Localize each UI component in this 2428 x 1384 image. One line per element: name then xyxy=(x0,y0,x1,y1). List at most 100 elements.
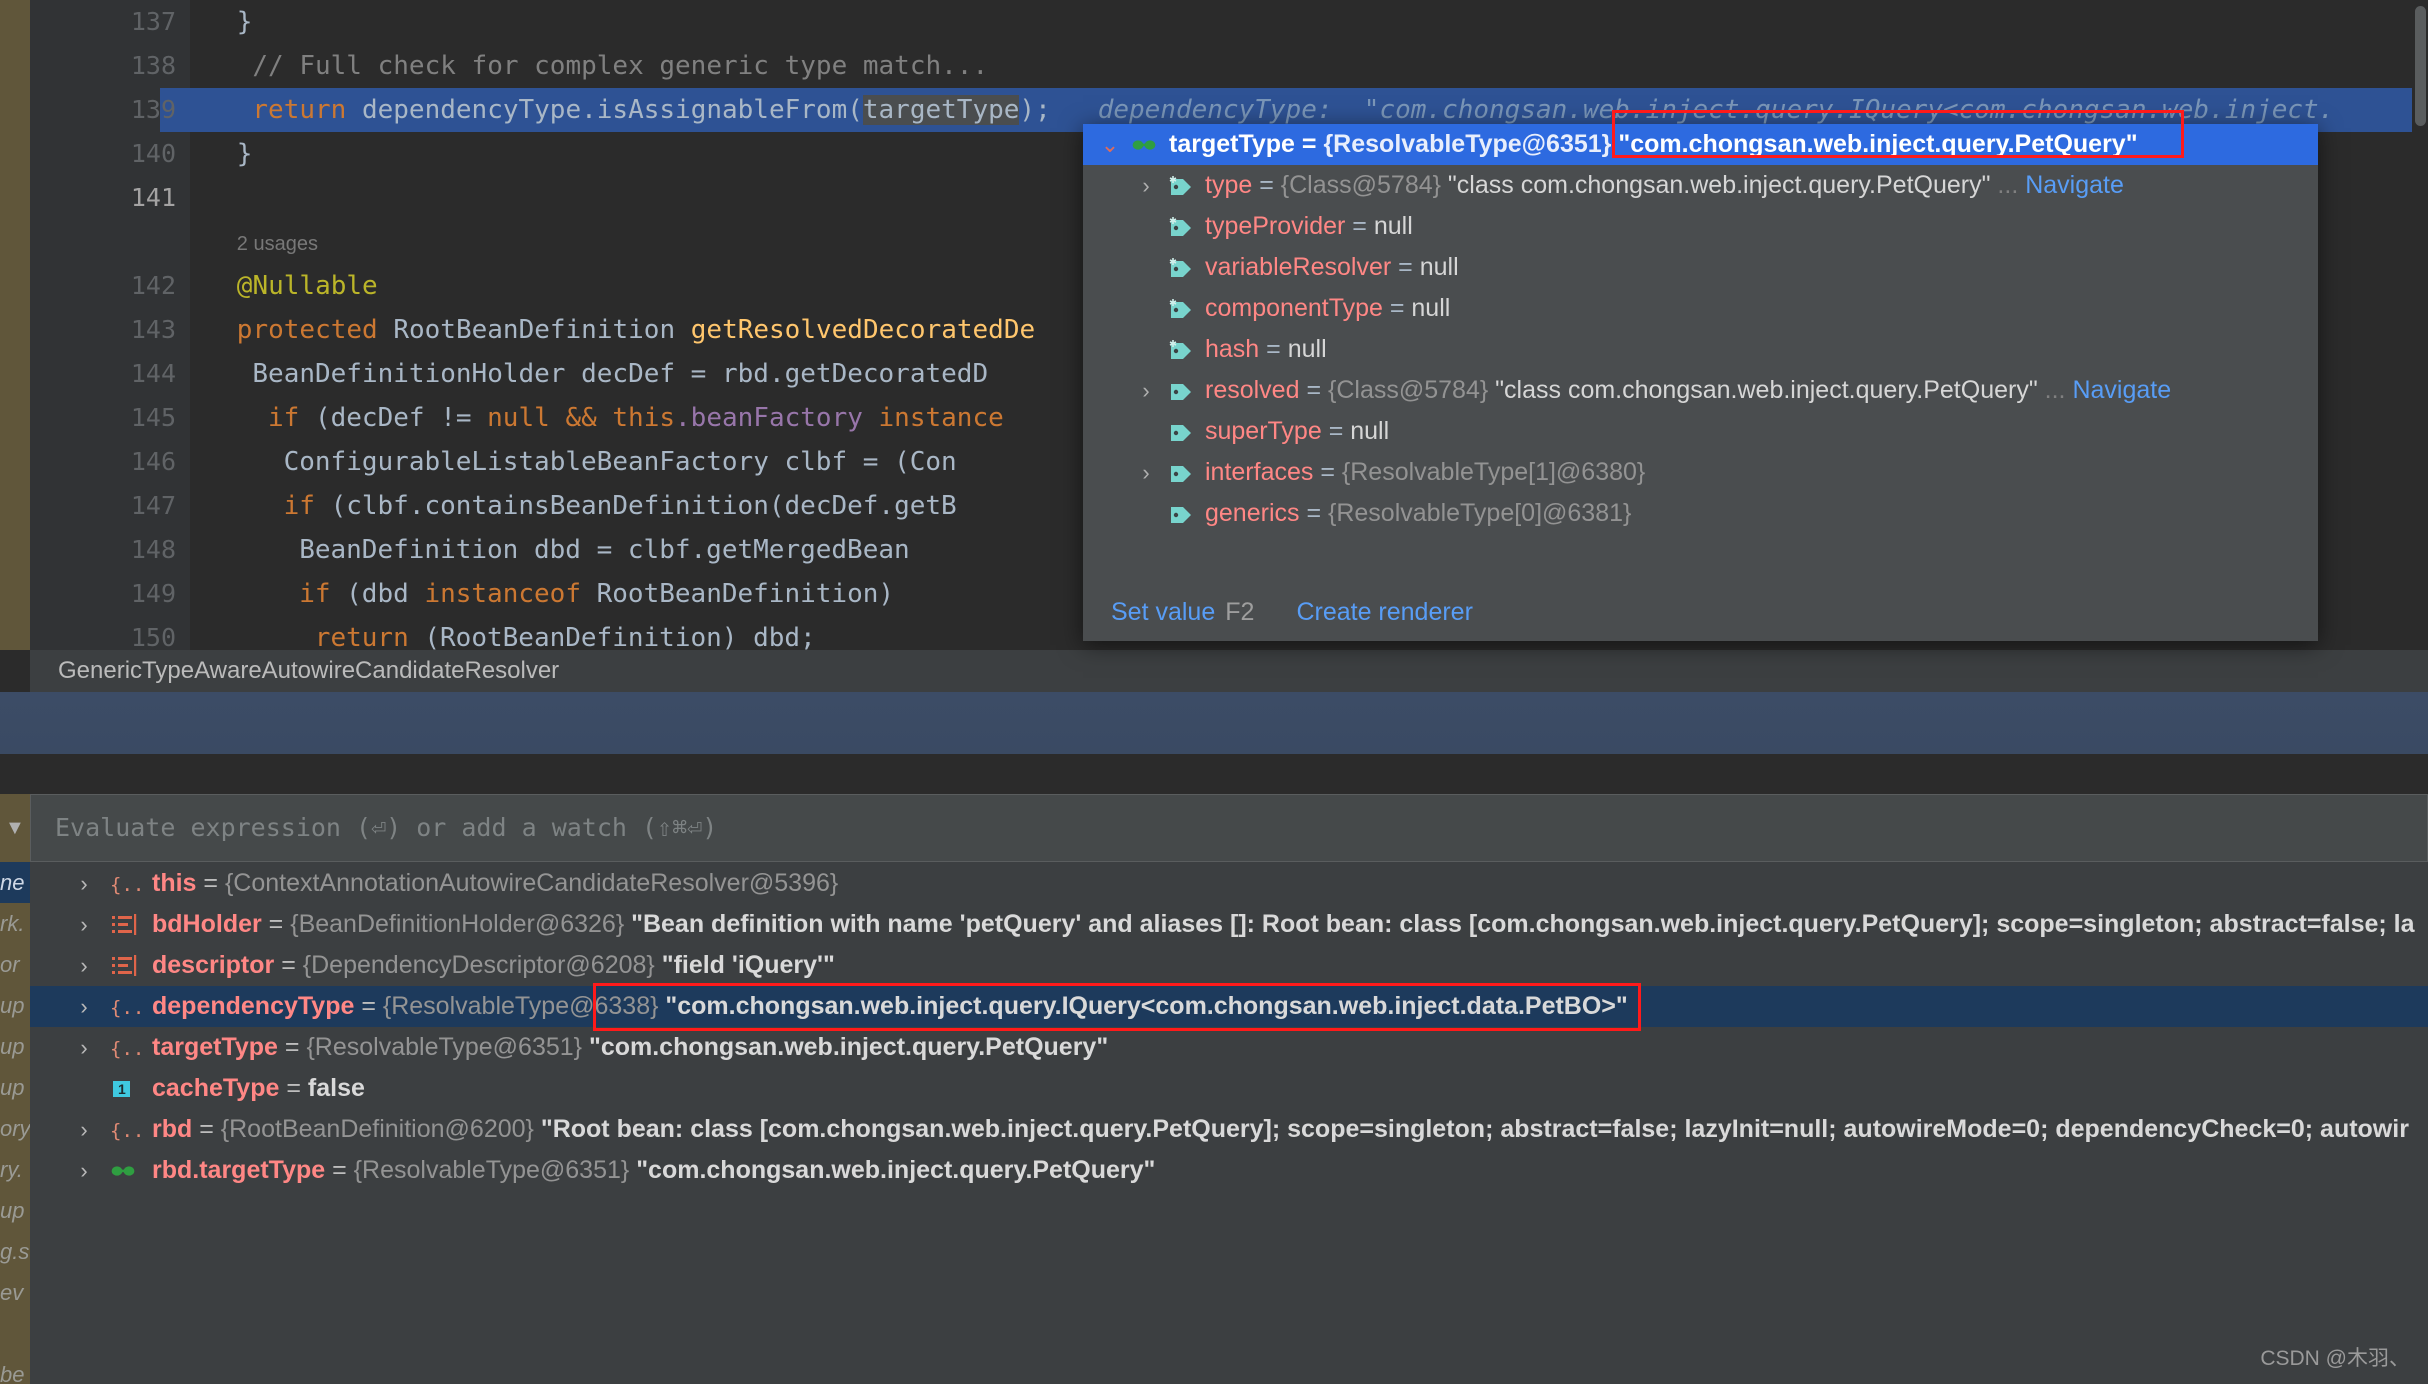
field-icon xyxy=(1165,370,1195,411)
equals-sign: = xyxy=(261,910,291,938)
variable-row[interactable]: › descriptor = {DependencyDescriptor@6208… xyxy=(30,945,2428,986)
debug-tree-row[interactable]: › resolved = {Class@5784} "class com.chon… xyxy=(1083,370,2318,411)
line-number: 145 xyxy=(130,403,176,432)
code-line[interactable]: // Full check for complex generic type m… xyxy=(190,44,2428,88)
frames-strip[interactable]: ne rk. or up up up ory ry. up g.s ev be xyxy=(0,794,30,1384)
frame-item[interactable]: ory xyxy=(0,1108,30,1149)
equals-sign: = xyxy=(192,1115,221,1143)
chevron-right-icon[interactable]: › xyxy=(70,1109,98,1150)
line-number: 139 xyxy=(130,95,176,124)
code-token: if xyxy=(283,491,331,521)
variables-tree[interactable]: › {..} this = {ContextAnnotationAutowireCa… xyxy=(30,863,2428,1384)
code-token: (clbf.containsBeanDefinition(decDef.getB xyxy=(330,491,957,521)
code-token: null xyxy=(487,403,566,433)
chevron-right-icon[interactable]: › xyxy=(1133,165,1159,206)
variable-row[interactable]: › {..} rbd = {RootBeanDefinition@6200} "Ro… xyxy=(30,1109,2428,1150)
svg-text:{..}: {..} xyxy=(110,1120,144,1142)
navigate-link[interactable]: Navigate xyxy=(2066,376,2171,404)
frame-item[interactable]: ry. xyxy=(0,1149,30,1190)
line-number: 138 xyxy=(130,51,176,80)
variable-name: superType xyxy=(1205,417,1322,445)
chevron-right-icon[interactable]: › xyxy=(70,986,98,1027)
variable-name: type xyxy=(1205,171,1253,199)
variable-value: null xyxy=(1287,335,1327,363)
frame-item[interactable]: up xyxy=(0,1026,30,1067)
variable-row[interactable]: › {..} this = {ContextAnnotationAutowireCa… xyxy=(30,863,2428,904)
equals-sign: = xyxy=(274,951,303,979)
create-renderer-link[interactable]: Create renderer xyxy=(1296,598,1472,626)
code-token: if xyxy=(268,403,315,433)
frame-item[interactable]: or xyxy=(0,944,30,985)
code-token: (RootBeanDefinition) dbd; xyxy=(424,623,816,653)
debug-tree-row[interactable]: variableResolver = null xyxy=(1083,247,2318,288)
variable-value: null xyxy=(1411,294,1451,322)
strip-fill xyxy=(0,692,2428,754)
editor-gutter[interactable]: 137⊟138139140⊟141142143⊟144145⊟146147⊟14… xyxy=(30,0,231,652)
line-number: 144 xyxy=(130,359,176,388)
variable-value: "com.chongsan.web.inject.query.PetQuery" xyxy=(629,1156,1156,1184)
chevron-right-icon[interactable]: › xyxy=(70,904,98,945)
equals-sign: = xyxy=(354,992,383,1020)
set-value-link[interactable]: Set value xyxy=(1111,598,1215,626)
breadcrumb[interactable]: GenericTypeAwareAutowireCandidateResolve… xyxy=(30,650,2428,692)
code-token: } xyxy=(236,7,253,37)
frame-item[interactable]: ne xyxy=(0,862,30,903)
variable-value: "class com.chongsan.web.inject.query.Pet… xyxy=(1440,171,1991,199)
code-token: instance xyxy=(878,403,1004,433)
chevron-right-icon[interactable]: › xyxy=(70,1027,98,1068)
variable-row[interactable]: ›{..}targetType = {ResolvableType@6351} … xyxy=(30,1027,2428,1068)
frame-item[interactable]: up xyxy=(0,1067,30,1108)
frame-item[interactable]: up xyxy=(0,985,30,1026)
debug-tree-row[interactable]: typeProvider = null xyxy=(1083,206,2318,247)
chevron-right-icon[interactable]: › xyxy=(1133,370,1159,411)
debug-tree-row[interactable]: generics = {ResolvableType[0]@6381} xyxy=(1083,493,2318,534)
variable-row[interactable]: › {..} dependencyType = {ResolvableType@63… xyxy=(30,986,2428,1027)
code-token: targetType xyxy=(862,95,1020,125)
navigate-link[interactable]: Navigate xyxy=(2018,171,2124,199)
code-token: return xyxy=(252,95,362,125)
variable-name: targetType xyxy=(1169,130,1295,158)
frame-item[interactable] xyxy=(0,1313,30,1354)
final-field-icon xyxy=(1165,165,1195,206)
local-variable-icon: {..} xyxy=(108,1109,156,1150)
debugger-value-tree[interactable]: ⌄ targetType = {ResolvableType@6351} "com… xyxy=(1083,124,2318,584)
frame-item[interactable]: up xyxy=(0,1190,30,1231)
code-token: BeanDefinitionHolder decDef = rbd.getDec… xyxy=(252,359,989,389)
popup-action-bar[interactable]: Set value F2 Create renderer xyxy=(1083,584,2318,641)
variable-value: "Root bean: class [com.chongsan.web.inje… xyxy=(533,1115,2409,1143)
chevron-down-icon[interactable]: ⌄ xyxy=(1097,124,1123,165)
chevron-down-icon[interactable]: ▼ xyxy=(5,817,25,840)
debug-tree-row[interactable]: › interfaces = {ResolvableType[1]@6380} xyxy=(1083,452,2318,493)
debug-tree-row[interactable]: ⌄ targetType = {ResolvableType@6351} "com… xyxy=(1083,124,2318,165)
debug-tree-row[interactable]: › type = {Class@5784} "class com.chongsan… xyxy=(1083,165,2318,206)
evaluate-expression-bar[interactable]: ▼ Evaluate expression (⏎) or add a watch… xyxy=(5,794,2428,862)
code-line[interactable]: } xyxy=(190,0,2428,44)
frame-item[interactable]: g.s xyxy=(0,1231,30,1272)
debugger-value-popup[interactable]: ⌄ targetType = {ResolvableType@6351} "com… xyxy=(1083,124,2318,641)
editor-vertical-scrollbar[interactable] xyxy=(2412,0,2428,650)
frames-list[interactable]: ne rk. or up up up ory ry. up g.s ev be xyxy=(0,794,30,1384)
variable-row[interactable]: › bdHolder = {BeanDefinitionHolder@6326} … xyxy=(30,904,2428,945)
variable-row[interactable]: › rbd.targetType = {ResolvableType@6351} … xyxy=(30,1150,2428,1191)
variable-value: false xyxy=(307,1074,365,1102)
chevron-right-icon[interactable]: › xyxy=(1133,452,1159,493)
object-reference: {ResolvableType@6351} xyxy=(306,1033,583,1061)
chevron-right-icon[interactable]: › xyxy=(70,863,98,904)
evaluate-placeholder[interactable]: Evaluate expression (⏎) or add a watch (… xyxy=(31,795,2427,861)
scrollbar-thumb[interactable] xyxy=(2415,6,2426,126)
final-field-icon xyxy=(1165,288,1195,329)
object-reference: {RootBeanDefinition@6200} xyxy=(220,1115,534,1143)
variable-row[interactable]: 1 cacheType = false xyxy=(30,1068,2428,1109)
chevron-right-icon[interactable]: › xyxy=(70,945,98,986)
local-variable-icon: {..} xyxy=(108,863,156,904)
code-token: (decDef != xyxy=(314,403,488,433)
frame-item[interactable]: rk. xyxy=(0,903,30,944)
final-field-icon xyxy=(1165,247,1195,288)
debug-tree-row[interactable]: superType = null xyxy=(1083,411,2318,452)
frame-item[interactable]: be xyxy=(0,1354,30,1384)
chevron-right-icon[interactable]: › xyxy=(70,1150,98,1191)
debug-tree-row[interactable]: hash = null xyxy=(1083,329,2318,370)
frame-item[interactable]: ev xyxy=(0,1272,30,1313)
debug-tree-row[interactable]: componentType = null xyxy=(1083,288,2318,329)
debugger-panel[interactable]: ne rk. or up up up ory ry. up g.s ev be ▼ Evaluate … xyxy=(0,794,2428,1384)
